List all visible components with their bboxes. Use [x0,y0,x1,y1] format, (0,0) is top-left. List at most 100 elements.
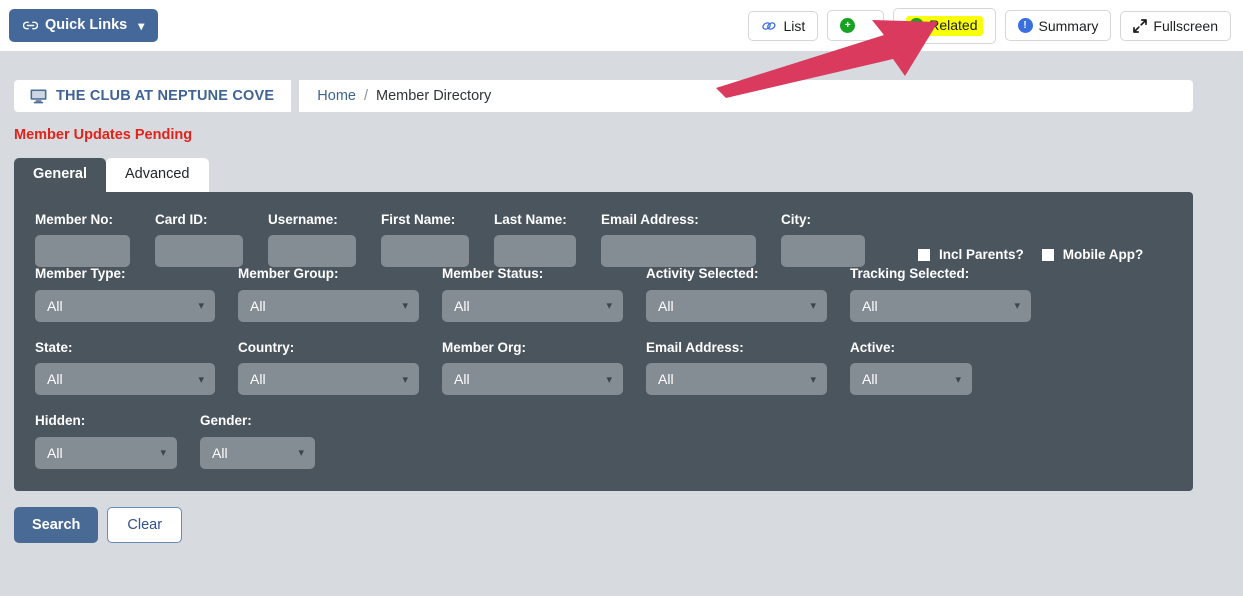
label-select-1-4: Active: [850,339,896,355]
label-select-0-4: Tracking Selected: [850,266,970,282]
select-row-1: State: All ▾ Country: All ▾ Member Org: All ▾ Ema… [35,341,1193,396]
select-state[interactable]: All ▾ [35,363,215,396]
select-value-0-2: All [454,297,470,314]
desktop-monitor-icon [30,88,47,104]
club-name: THE CLUB AT NEPTUNE COVE [56,88,275,104]
select-memberorg[interactable]: All ▾ [442,363,623,396]
label-select-0-0: Member Type: [35,266,126,282]
chevron-down-icon: ▾ [160,447,166,460]
checkbox-box-0[interactable] [918,248,930,261]
chevron-down-icon: ▾ [138,18,145,33]
add-plus-icon: + [840,18,856,33]
list-label: List [783,17,806,34]
select-active[interactable]: All ▾ [850,363,972,396]
summary-button[interactable]: ! Summary [1004,10,1112,41]
chevron-down-icon: ▾ [402,300,408,313]
select-value-0-1: All [250,297,266,314]
checkbox-inclparents[interactable]: Incl Parents? [918,247,1024,262]
select-emailaddress[interactable]: All ▾ [646,363,827,396]
chevron-down-icon: ▾ [198,300,204,313]
link-chain-icon [761,19,777,33]
input-text-6[interactable] [781,235,865,268]
select-row-0: Member Type: All ▾ Member Group: All ▾ Member … [35,267,1193,322]
label-select-0-2: Member Status: [442,266,544,282]
field-firstname: First Name: [381,213,469,268]
chevron-down-icon: ▾ [810,300,816,313]
input-text-2[interactable] [268,235,356,268]
chevron-down-icon: ▾ [810,373,816,386]
input-text-1[interactable] [155,235,243,268]
breadcrumb-trail: Home / Member Directory [291,80,1193,112]
info-circle-icon: ! [1017,18,1033,33]
select-gender[interactable]: All ▾ [200,436,315,469]
label-select-1-0: State: [35,339,73,355]
select-value-0-4: All [862,297,878,314]
related-label: Related [929,17,978,33]
field-cardid: Card ID: [155,213,243,268]
checkbox-mobileapp[interactable]: Mobile App? [1041,247,1144,263]
select-membertype[interactable]: All ▾ [35,289,215,322]
field-memberorg: Member Org: All ▾ [442,341,623,396]
tab-general[interactable]: General [14,158,106,192]
select-value-1-0: All [47,371,63,388]
select-value-0-3: All [658,297,674,314]
related-button[interactable]: ▾ Related [893,7,996,44]
checkbox-label-1: Mobile App? [1062,247,1144,263]
label-select-0-3: Activity Selected: [646,266,759,282]
select-value-2-1: All [212,444,228,461]
label-select-0-1: Member Group: [238,266,339,282]
toolbar-right-group: List + ▾ Related ! Summary Fullscreen [748,7,1231,44]
select-value-1-2: All [454,371,470,388]
field-membertype: Member Type: All ▾ [35,267,215,322]
search-tabs: General Advanced [14,158,1243,192]
chevron-down-icon: ▾ [606,373,612,386]
input-text-0[interactable] [35,235,130,268]
related-circle-icon: ▾ [909,17,925,33]
breadcrumb-home[interactable]: Home [317,88,356,104]
label-text-6: City: [781,211,811,227]
add-button[interactable]: + [827,10,885,41]
expand-arrows-icon [1133,18,1148,33]
fullscreen-button[interactable]: Fullscreen [1120,10,1231,41]
field-username: Username: [268,213,356,268]
field-hidden: Hidden: All ▾ [35,414,177,469]
input-text-5[interactable] [601,235,756,268]
checkbox-label-0: Incl Parents? [939,247,1024,263]
input-text-3[interactable] [381,235,469,268]
input-text-4[interactable] [494,235,576,268]
select-activityselected[interactable]: All ▾ [646,289,827,322]
fullscreen-label: Fullscreen [1153,17,1218,34]
label-text-2: Username: [268,211,338,227]
label-text-4: Last Name: [494,211,567,227]
field-emailaddress: Email Address: [601,213,756,268]
select-membergroup[interactable]: All ▾ [238,289,419,322]
label-text-3: First Name: [381,211,456,227]
club-chip[interactable]: THE CLUB AT NEPTUNE COVE [14,80,292,112]
top-toolbar: Quick Links ▾ List + ▾ Related ! Summary… [0,0,1243,98]
clear-button[interactable]: Clear [107,506,183,543]
form-actions: Search Clear [14,506,1243,543]
select-hidden[interactable]: All ▾ [35,436,177,469]
select-memberstatus[interactable]: All ▾ [442,289,623,322]
select-rows: Member Type: All ▾ Member Group: All ▾ Member … [35,267,1193,469]
label-select-2-1: Gender: [200,413,252,429]
tab-advanced[interactable]: Advanced [106,158,209,192]
select-trackingselected[interactable]: All ▾ [850,289,1031,322]
breadcrumb: THE CLUB AT NEPTUNE COVE Home / Member D… [14,80,1193,112]
label-select-1-3: Email Address: [646,339,744,355]
field-gender: Gender: All ▾ [200,414,315,469]
chevron-down-icon: ▾ [198,373,204,386]
list-button[interactable]: List [748,10,819,41]
select-row-2: Hidden: All ▾ Gender: All ▾ [35,414,1193,469]
checkbox-group: Incl Parents? Mobile App? [918,247,1143,267]
field-city: City: [781,213,865,268]
label-text-5: Email Address: [601,211,699,227]
quick-links-button[interactable]: Quick Links ▾ [9,9,159,42]
link-icon [22,19,39,32]
select-country[interactable]: All ▾ [238,363,419,396]
search-button[interactable]: Search [14,506,99,543]
label-select-1-1: Country: [238,339,295,355]
checkbox-box-1[interactable] [1041,248,1054,261]
related-highlight: ▾ Related [906,15,983,36]
chevron-down-icon: ▾ [955,373,961,386]
